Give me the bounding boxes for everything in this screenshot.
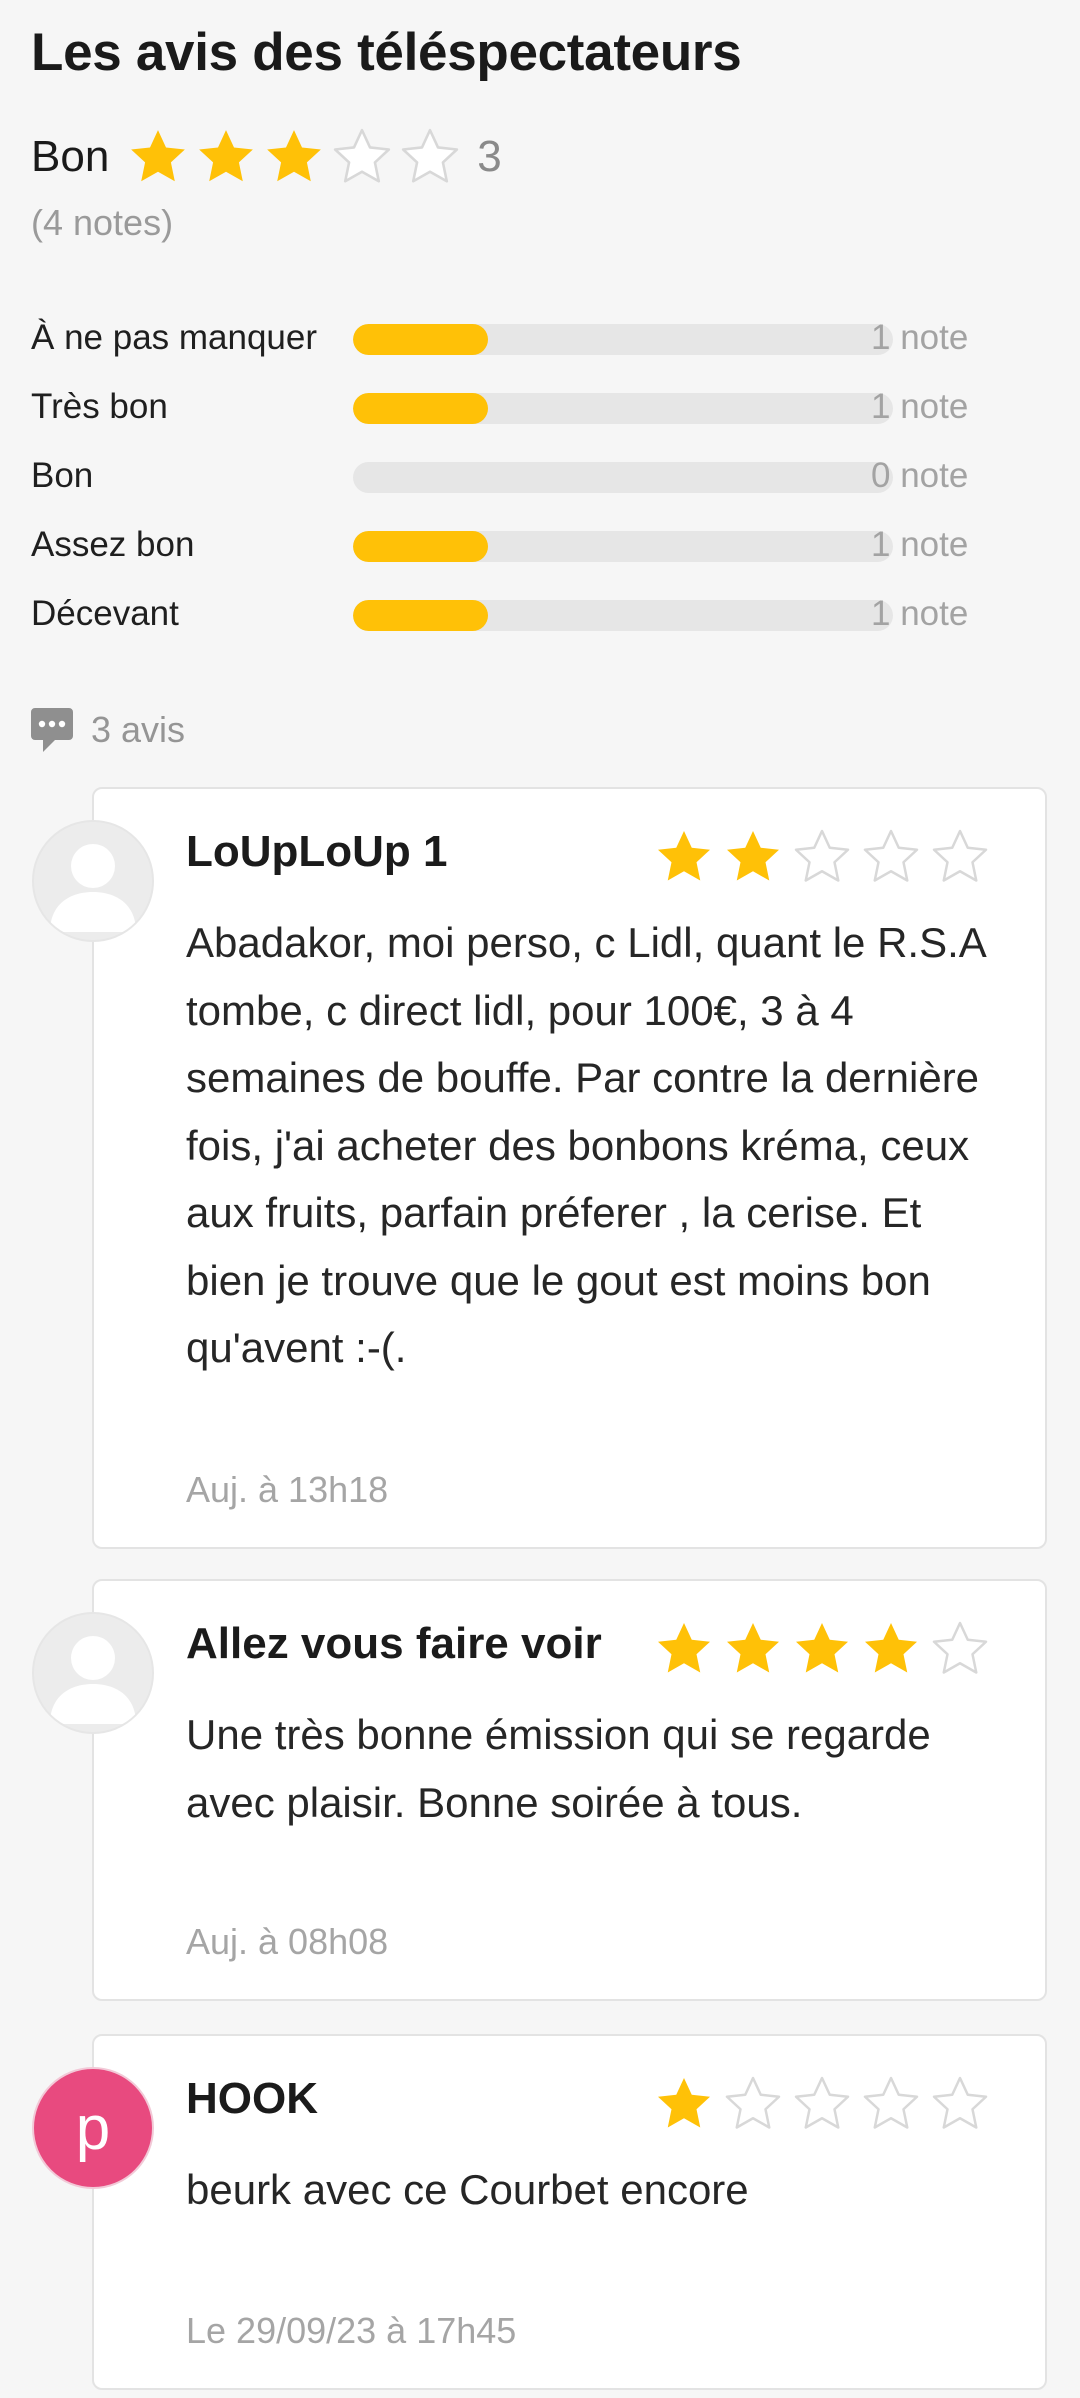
star-filled-icon bbox=[865, 1623, 917, 1673]
distribution-bar-fill bbox=[353, 600, 488, 631]
distribution-bar bbox=[353, 600, 893, 631]
reviews-count-label: 3 avis bbox=[91, 709, 186, 750]
distribution-count: 0 note bbox=[871, 456, 969, 495]
distribution-row: À ne pas manquer 1 note bbox=[31, 310, 1051, 379]
star-filled-icon bbox=[727, 1623, 779, 1673]
summary-label: Bon bbox=[31, 132, 110, 181]
distribution-row: Assez bon 1 note bbox=[31, 517, 1051, 586]
distribution-bar bbox=[353, 462, 893, 493]
distribution-label: À ne pas manquer bbox=[31, 318, 318, 357]
summary-score: 3 bbox=[477, 132, 502, 181]
review-date: Auj. à 13h18 bbox=[186, 1469, 389, 1510]
star-filled-icon bbox=[658, 2078, 710, 2128]
star-filled-icon bbox=[199, 130, 254, 182]
review-card: LoUpLoUp 1 Abadakor, moi perso, c Lidl, … bbox=[92, 787, 1047, 1549]
star-empty-icon bbox=[402, 128, 459, 183]
distribution-row: Décevant 1 note bbox=[31, 586, 1051, 655]
distribution-count: 1 note bbox=[871, 318, 969, 357]
distribution-row: Très bon 1 note bbox=[31, 379, 1051, 448]
star-filled-icon bbox=[131, 130, 186, 182]
distribution-count: 1 note bbox=[871, 525, 969, 564]
distribution-bar bbox=[353, 393, 893, 424]
ratings-count: (4 notes) bbox=[31, 202, 174, 243]
rating-summary: Bon 3 bbox=[31, 125, 502, 189]
avatar[interactable] bbox=[32, 1612, 154, 1734]
review-text: beurk avec ce Courbet encore bbox=[186, 2166, 749, 2213]
star-filled-icon bbox=[658, 1623, 710, 1673]
distribution-bar-fill bbox=[353, 393, 488, 424]
star-empty-icon bbox=[932, 2076, 988, 2129]
distribution-bar bbox=[353, 324, 893, 355]
distribution-count: 1 note bbox=[871, 387, 969, 426]
review-stars bbox=[645, 2074, 990, 2134]
star-empty-icon bbox=[863, 829, 919, 882]
review-author[interactable]: HOOK bbox=[186, 2074, 318, 2124]
review-author[interactable]: Allez vous faire voir bbox=[186, 1619, 602, 1669]
distribution-label: Assez bon bbox=[31, 525, 195, 564]
distribution-count: 1 note bbox=[871, 594, 969, 633]
star-empty-icon bbox=[334, 128, 391, 183]
rating-distribution: À ne pas manquer 1 note Très bon 1 note … bbox=[31, 310, 1051, 655]
distribution-label: Très bon bbox=[31, 387, 168, 426]
distribution-label: Bon bbox=[31, 456, 94, 495]
star-filled-icon bbox=[796, 1623, 848, 1673]
avatar[interactable] bbox=[32, 820, 154, 942]
review-text: Une très bonne émission qui se regarde a… bbox=[186, 1711, 931, 1826]
avatar-initial: p bbox=[75, 2093, 111, 2163]
comment-bubble-icon bbox=[31, 708, 73, 752]
star-empty-icon bbox=[932, 829, 988, 882]
distribution-bar bbox=[353, 531, 893, 562]
star-empty-icon bbox=[794, 829, 850, 882]
review-author[interactable]: LoUpLoUp 1 bbox=[186, 827, 448, 877]
star-empty-icon bbox=[794, 2076, 850, 2129]
user-placeholder-icon bbox=[50, 844, 136, 932]
star-filled-icon bbox=[267, 130, 322, 182]
summary-stars bbox=[127, 126, 467, 188]
reviews-count[interactable]: 3 avis bbox=[31, 703, 185, 757]
page-title: Les avis des téléspectateurs bbox=[31, 23, 742, 82]
review-card: Allez vous faire voir Une très bonne émi… bbox=[92, 1579, 1047, 2001]
review-date: Auj. à 08h08 bbox=[186, 1921, 389, 1962]
star-empty-icon bbox=[932, 1621, 988, 1674]
avatar[interactable]: p bbox=[32, 2067, 154, 2189]
star-filled-icon bbox=[658, 831, 710, 881]
review-stars bbox=[645, 827, 990, 887]
review-stars bbox=[645, 1619, 990, 1679]
distribution-bar-fill bbox=[353, 531, 488, 562]
review-card: HOOK beurk avec ce Courbet encore Le 29/… bbox=[92, 2034, 1047, 2390]
star-filled-icon bbox=[727, 831, 779, 881]
review-date: Le 29/09/23 à 17h45 bbox=[186, 2310, 517, 2351]
user-placeholder-icon bbox=[50, 1636, 136, 1724]
ratings-page: Les avis des téléspectateurs Bon 3 (4 no… bbox=[0, 0, 1080, 2398]
distribution-label: Décevant bbox=[31, 594, 179, 633]
review-text: Abadakor, moi perso, c Lidl, quant le R.… bbox=[186, 919, 985, 1371]
distribution-bar-fill bbox=[353, 324, 488, 355]
distribution-row: Bon 0 note bbox=[31, 448, 1051, 517]
star-empty-icon bbox=[863, 2076, 919, 2129]
star-empty-icon bbox=[725, 2076, 781, 2129]
